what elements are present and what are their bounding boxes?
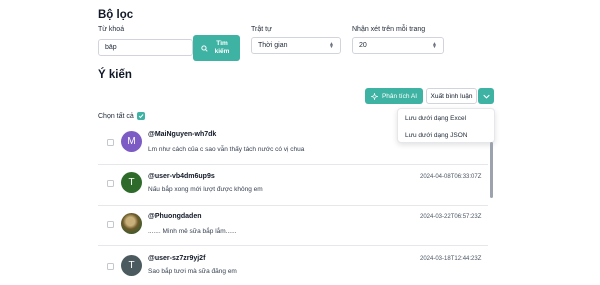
comment-username[interactable]: @MaiNguyen-wh7dk (148, 131, 216, 138)
ai-analysis-button[interactable]: Phân tích AI (365, 88, 423, 104)
export-menu: Lưu dưới dạng Excel Lưu dưới dạng JSON (397, 108, 495, 143)
comment-checkbox[interactable] (107, 221, 114, 228)
comment-text: Nấu bắp xong mới lượt được không em (148, 186, 263, 193)
comment-username[interactable]: @Phuongdaden (148, 213, 202, 220)
comment-username[interactable]: @user-sz7zr9yj2f (148, 255, 205, 262)
chevron-updown-icon: ▲ ▼ (329, 40, 334, 50)
per-page-label: Nhận xét trên mỗi trang (352, 26, 426, 33)
per-page-select[interactable]: 20 ▲ ▼ (352, 37, 444, 54)
divider (98, 205, 488, 206)
order-value: Thời gian (258, 42, 288, 49)
ai-analysis-label: Phân tích AI (381, 92, 418, 100)
search-button[interactable]: Tìm kiếm (193, 35, 240, 61)
comment-checkbox[interactable] (107, 263, 114, 270)
export-excel-item[interactable]: Lưu dưới dạng Excel (398, 110, 494, 127)
comment-timestamp: 2024-03-18T12:44:23Z (420, 256, 482, 262)
check-icon (138, 114, 144, 119)
chevron-updown-icon: ▲ ▼ (432, 40, 437, 50)
comment-checkbox[interactable] (107, 139, 114, 146)
comment-text: Lm như cách của c sao vẫn thấy tách nước… (148, 146, 305, 153)
avatar (121, 213, 142, 234)
comment-text: ....... Mình mê sữa bắp lắm...... (148, 228, 237, 235)
comment-username[interactable]: @user-vb4dm6up9s (148, 173, 215, 180)
export-dropdown-toggle[interactable] (478, 88, 494, 104)
order-label: Trật tự (251, 26, 272, 33)
comment-checkbox[interactable] (107, 180, 114, 187)
avatar: T (121, 255, 142, 276)
keyword-input[interactable] (105, 44, 186, 51)
avatar: T (121, 172, 142, 193)
divider (98, 164, 488, 165)
filter-title: Bộ lọc (98, 9, 134, 21)
sparkle-icon (370, 92, 378, 100)
export-button[interactable]: Xuất bình luận (426, 88, 477, 104)
search-icon (201, 44, 208, 52)
comment-timestamp: 2024-04-08T06:33:07Z (420, 174, 482, 180)
select-all-checkbox[interactable] (136, 112, 145, 120)
divider (98, 245, 488, 246)
per-page-value: 20 (359, 42, 367, 49)
keyword-label: Từ khoá (98, 26, 125, 33)
comment-text: Sao bắp tươi mà sữa đăng em (148, 268, 237, 275)
divider (98, 123, 488, 124)
search-button-label: Tìm kiếm (214, 40, 230, 55)
select-all-label: Chọn tất cả (98, 112, 134, 120)
export-button-label: Xuất bình luận (430, 92, 473, 100)
chevron-down-icon (482, 94, 490, 99)
scrollbar-thumb[interactable] (490, 142, 493, 198)
keyword-field[interactable] (98, 39, 193, 56)
opinions-title: Ý kiến (98, 69, 132, 81)
comment-timestamp: 2024-03-22T06:57:23Z (420, 214, 482, 220)
select-all-row[interactable]: Chọn tất cả (98, 112, 145, 120)
avatar: M (121, 131, 142, 152)
order-select[interactable]: Thời gian ▲ ▼ (251, 37, 341, 54)
export-json-item[interactable]: Lưu dưới dạng JSON (398, 127, 494, 144)
